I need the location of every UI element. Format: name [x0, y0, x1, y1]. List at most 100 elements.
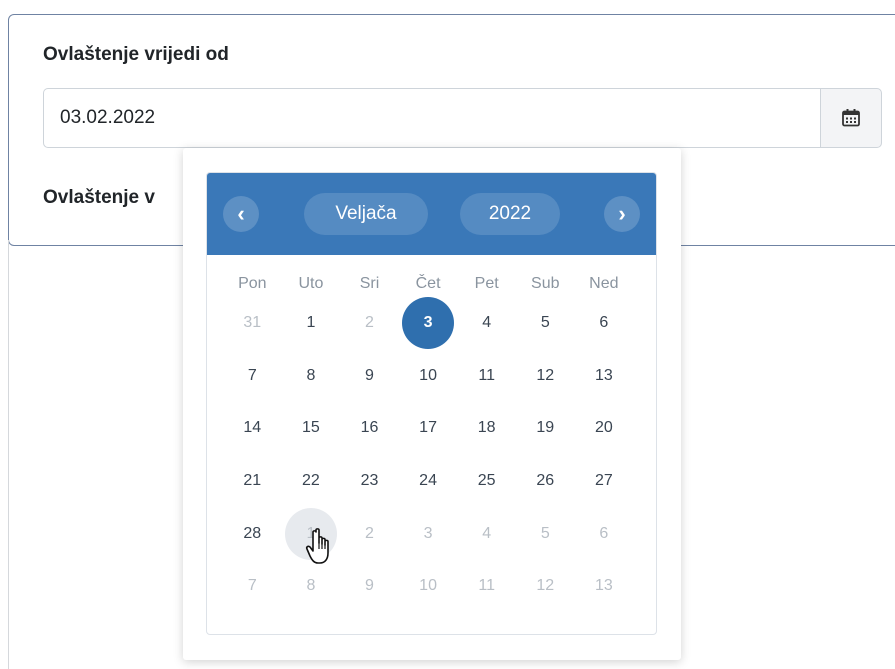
datepicker-popup: ‹ Veljača 2022 › Pon Uto Sri Čet Pet Sub Ned 3… [183, 148, 681, 660]
weekday-header-row: Pon Uto Sri Čet Pet Sub Ned [223, 255, 643, 297]
day-cell-other-month[interactable]: 12 [516, 560, 575, 612]
day-number: 4 [482, 524, 492, 542]
day-number: 28 [243, 524, 262, 542]
day-number: 21 [243, 472, 262, 490]
valid-to-label: Ovlaštenje v [43, 187, 155, 208]
calendar-button[interactable] [820, 88, 882, 148]
day-cell[interactable]: 8 [282, 350, 341, 402]
day-number: 7 [247, 577, 257, 595]
valid-from-label: Ovlaštenje vrijedi od [43, 44, 229, 65]
day-number: 11 [478, 366, 495, 384]
week-row: 21 22 23 24 25 26 27 [223, 455, 643, 508]
day-cell[interactable]: 25 [457, 455, 516, 507]
day-number: 20 [594, 419, 613, 437]
day-cell[interactable]: 18 [457, 402, 516, 454]
day-number: 12 [536, 577, 555, 595]
prev-month-button[interactable]: ‹ [223, 196, 259, 232]
weekday-label: Sri [359, 275, 380, 292]
day-cell-other-month[interactable]: 8 [282, 560, 341, 612]
day-cell-other-month[interactable]: 10 [399, 560, 458, 612]
week-row: 31 1 2 3 4 5 6 [223, 297, 643, 350]
week-row: 7 8 9 10 11 12 13 [223, 560, 643, 613]
day-number: 13 [594, 577, 613, 595]
day-cell-other-month[interactable]: 4 [457, 508, 516, 560]
day-cell[interactable]: 14 [223, 402, 282, 454]
day-number: 25 [477, 472, 496, 490]
day-cell[interactable]: 26 [516, 455, 575, 507]
day-number: 3 [423, 314, 433, 332]
day-cell-other-month[interactable]: 6 [575, 508, 634, 560]
day-number: 24 [419, 472, 437, 490]
day-cell[interactable]: 6 [575, 297, 634, 349]
day-cell[interactable]: 1 [282, 297, 341, 349]
next-month-button[interactable]: › [604, 196, 640, 232]
day-cell-selected[interactable]: 3 [399, 297, 458, 349]
day-cell[interactable]: 28 [223, 508, 282, 560]
year-selector[interactable]: 2022 [460, 193, 560, 235]
day-number: 23 [360, 472, 379, 490]
day-cell[interactable]: 4 [457, 297, 516, 349]
day-number: 5 [540, 524, 550, 542]
day-cell-other-month[interactable]: 3 [399, 508, 458, 560]
day-number: 13 [594, 366, 613, 384]
calendar-days: 31 1 2 3 4 5 6 7 8 9 10 11 12 13 14 15 16 17 18 19 20 21 22 23 2… [223, 297, 643, 613]
day-cell[interactable]: 13 [575, 350, 634, 402]
day-number: 15 [301, 419, 320, 437]
page-border [8, 240, 9, 669]
day-number: 9 [365, 366, 374, 384]
day-number: 11 [478, 577, 495, 595]
day-cell[interactable]: 10 [399, 350, 458, 402]
day-cell[interactable]: 23 [340, 455, 399, 507]
day-number: 14 [243, 419, 262, 437]
day-cell-other-month[interactable]: 9 [340, 560, 399, 612]
day-cell-other-month[interactable]: 2 [340, 508, 399, 560]
day-cell[interactable]: 11 [457, 350, 516, 402]
day-number: 3 [423, 524, 433, 542]
day-cell[interactable]: 27 [575, 455, 634, 507]
day-cell[interactable]: 19 [516, 402, 575, 454]
day-number: 2 [365, 524, 374, 542]
day-number: 12 [536, 366, 555, 384]
weekday-label: Ned [589, 275, 619, 292]
day-cell-other-month[interactable]: 2 [340, 297, 399, 349]
day-cell[interactable]: 16 [340, 402, 399, 454]
weekday-label: Sub [531, 275, 560, 292]
weekday-label: Čet [415, 275, 441, 292]
day-cell[interactable]: 24 [399, 455, 458, 507]
day-cell-other-month[interactable]: 1 [282, 508, 341, 560]
day-number: 4 [482, 314, 492, 332]
day-number: 7 [247, 366, 257, 384]
day-cell-other-month[interactable]: 13 [575, 560, 634, 612]
day-cell[interactable]: 15 [282, 402, 341, 454]
day-cell-other-month[interactable]: 11 [457, 560, 516, 612]
day-cell[interactable]: 17 [399, 402, 458, 454]
calendar-icon [842, 109, 860, 127]
valid-from-input[interactable] [43, 88, 820, 148]
weekday-label: Pon [238, 275, 267, 292]
day-cell-other-month[interactable]: 5 [516, 508, 575, 560]
week-row: 14 15 16 17 18 19 20 [223, 402, 643, 455]
day-cell[interactable]: 22 [282, 455, 341, 507]
day-cell[interactable]: 5 [516, 297, 575, 349]
day-number: 8 [306, 577, 316, 595]
month-selector[interactable]: Veljača [304, 193, 428, 235]
calendar-grid: Pon Uto Sri Čet Pet Sub Ned 31 1 2 3 4 5 6 7 8 9 10 11 12 1… [223, 255, 643, 613]
day-number: 18 [477, 419, 496, 437]
day-number: 10 [419, 577, 437, 595]
day-cell-other-month[interactable]: 31 [223, 297, 282, 349]
calendar-header: ‹ Veljača 2022 › [207, 173, 656, 255]
day-cell[interactable]: 20 [575, 402, 634, 454]
day-number: 10 [419, 366, 437, 384]
day-cell[interactable]: 7 [223, 350, 282, 402]
day-number: 6 [599, 524, 609, 542]
day-number: 22 [301, 472, 320, 490]
day-number: 8 [306, 366, 316, 384]
day-number: 16 [360, 419, 379, 437]
day-cell-other-month[interactable]: 7 [223, 560, 282, 612]
day-number: 2 [365, 314, 374, 332]
day-number: 6 [599, 314, 609, 332]
day-cell[interactable]: 21 [223, 455, 282, 507]
day-cell[interactable]: 9 [340, 350, 399, 402]
day-cell[interactable]: 12 [516, 350, 575, 402]
day-number: 31 [243, 314, 262, 332]
